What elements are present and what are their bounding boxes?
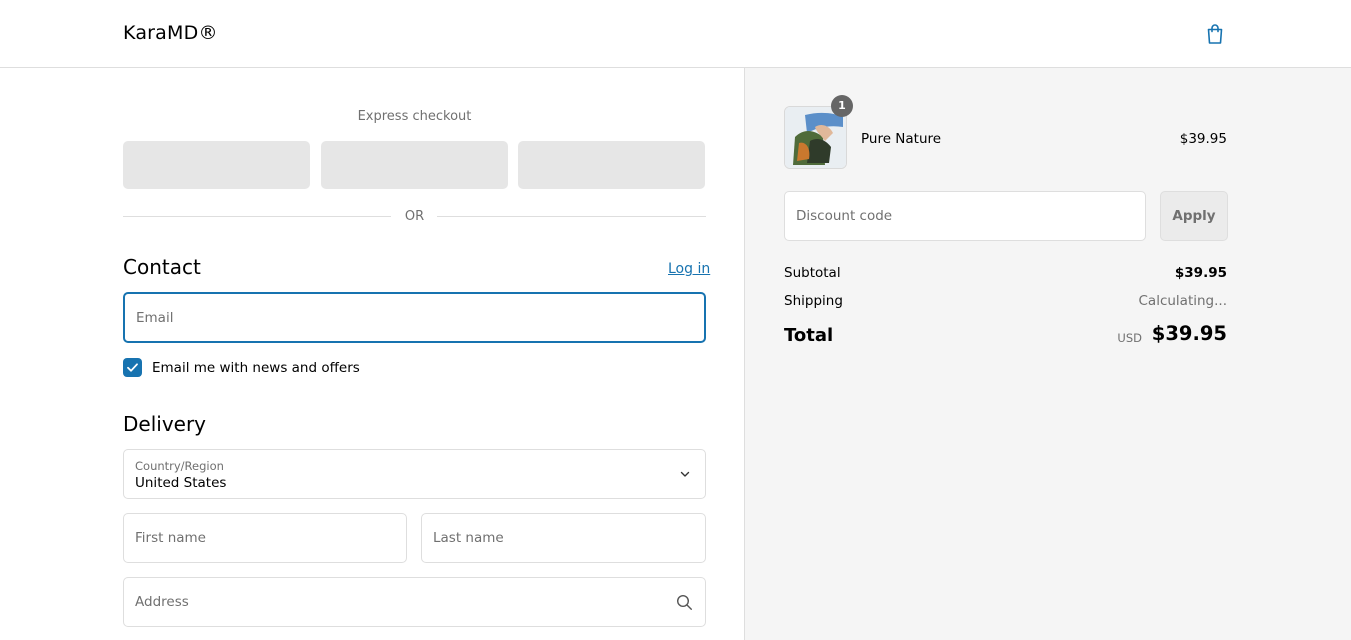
site-header: KaraMD® bbox=[0, 0, 1351, 68]
subtotal-value: $39.95 bbox=[1174, 265, 1227, 281]
first-name-field[interactable] bbox=[123, 513, 407, 563]
total-value: $39.95 bbox=[1151, 322, 1227, 345]
address-input[interactable] bbox=[124, 578, 705, 626]
shipping-label: Shipping bbox=[784, 293, 843, 309]
country-select[interactable]: Country/Region United States bbox=[123, 449, 706, 499]
quantity-badge: 1 bbox=[831, 95, 853, 117]
order-summary-column: 1 Pure Nature $39.95 Apply Subtotal $39.… bbox=[744, 68, 1351, 640]
shopping-bag-icon[interactable] bbox=[1203, 22, 1227, 46]
divider-line-right bbox=[437, 216, 706, 217]
product-name: Pure Nature bbox=[861, 131, 942, 147]
email-input[interactable] bbox=[125, 294, 704, 341]
product-price: $39.95 bbox=[1179, 131, 1227, 147]
checkout-form-column: Express checkout OR Contact Log in Email… bbox=[0, 68, 744, 640]
chevron-down-icon bbox=[680, 471, 690, 477]
first-name-input[interactable] bbox=[124, 514, 406, 562]
total-label: Total bbox=[784, 325, 834, 346]
last-name-input[interactable] bbox=[422, 514, 705, 562]
total-currency: USD bbox=[1117, 331, 1142, 345]
log-in-link[interactable]: Log in bbox=[668, 261, 710, 277]
newsletter-checkbox[interactable] bbox=[123, 358, 142, 377]
discount-code-field[interactable] bbox=[784, 191, 1146, 241]
newsletter-label[interactable]: Email me with news and offers bbox=[152, 360, 360, 376]
express-pay-button-3[interactable] bbox=[518, 141, 705, 189]
search-icon[interactable] bbox=[676, 594, 693, 611]
email-field[interactable] bbox=[123, 292, 706, 343]
checkmark-icon bbox=[127, 363, 138, 372]
express-checkout-title: Express checkout bbox=[357, 109, 472, 124]
address-field[interactable] bbox=[123, 577, 706, 627]
apply-discount-button[interactable]: Apply bbox=[1160, 191, 1228, 241]
or-divider: OR bbox=[123, 209, 706, 225]
express-pay-button-1[interactable] bbox=[123, 141, 310, 189]
last-name-field[interactable] bbox=[421, 513, 706, 563]
contact-heading: Contact bbox=[123, 255, 201, 279]
express-pay-button-2[interactable] bbox=[321, 141, 508, 189]
country-label: Country/Region bbox=[135, 459, 224, 473]
discount-code-input[interactable] bbox=[785, 192, 1145, 240]
shipping-value: Calculating... bbox=[1138, 293, 1228, 309]
country-value: United States bbox=[135, 475, 227, 491]
subtotal-label: Subtotal bbox=[784, 265, 841, 281]
delivery-heading: Delivery bbox=[123, 412, 207, 436]
brand-logo[interactable]: KaraMD® bbox=[123, 22, 218, 44]
